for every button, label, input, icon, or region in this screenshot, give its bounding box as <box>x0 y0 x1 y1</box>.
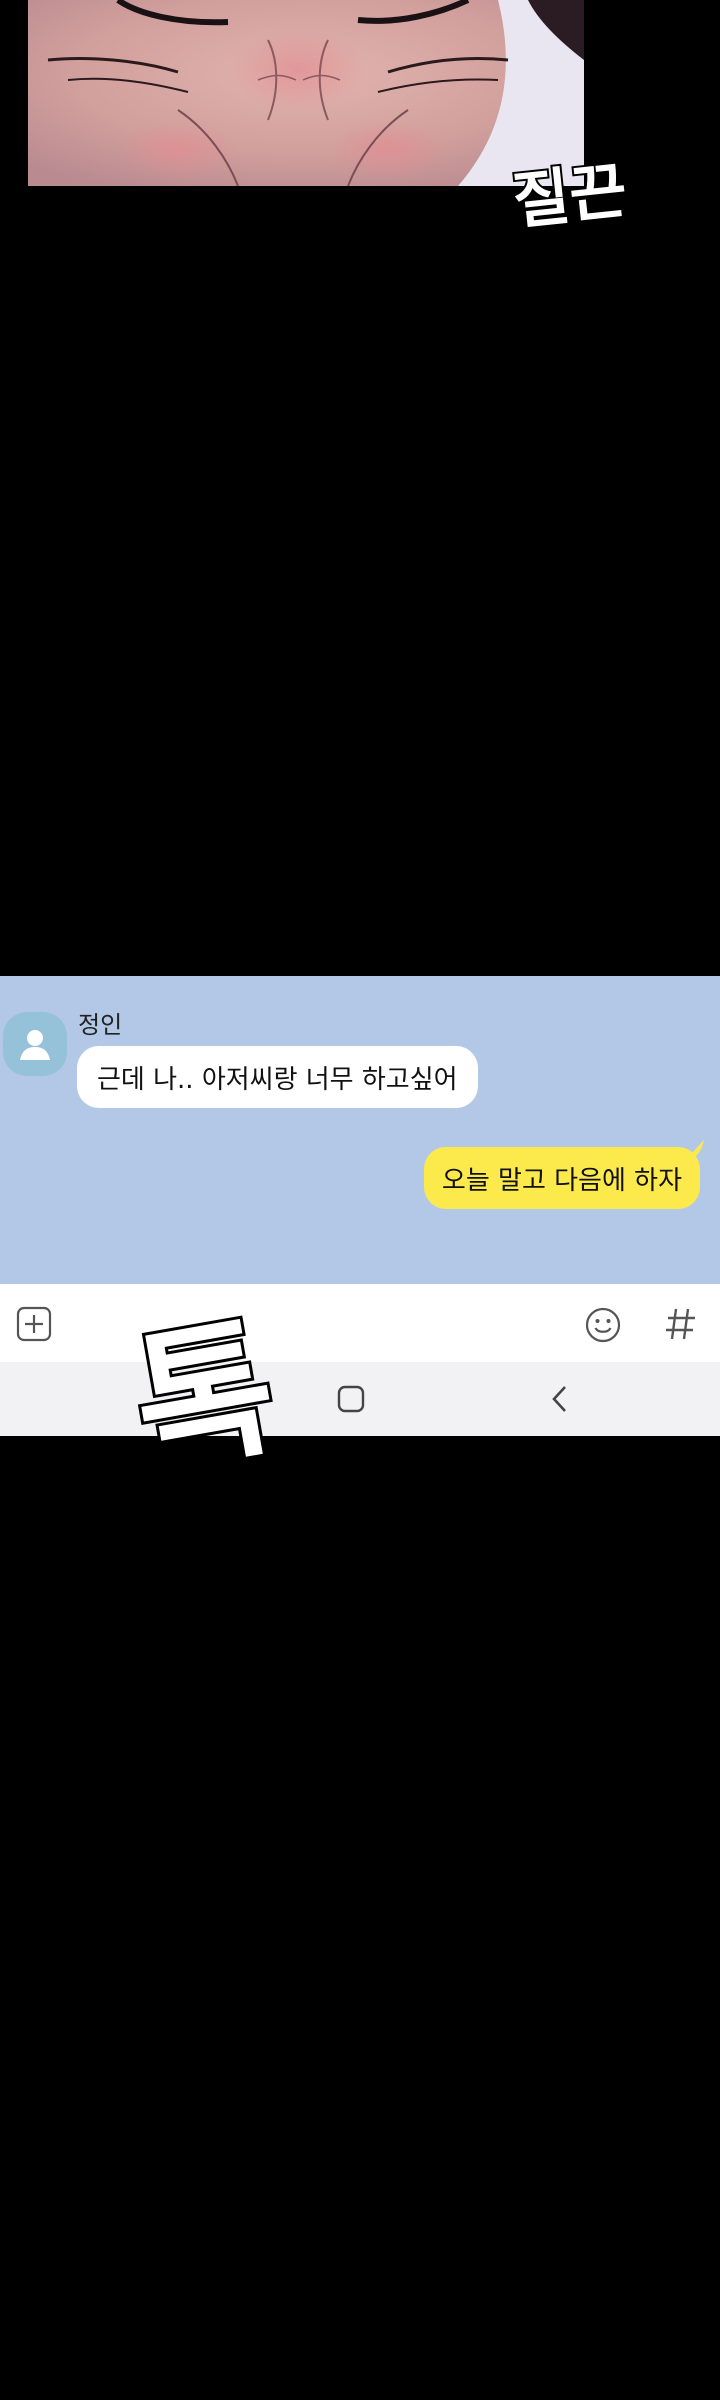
plus-square-icon[interactable] <box>16 1306 52 1346</box>
sfx-tok-text: 톡 <box>119 1278 312 1518</box>
chevron-left-icon[interactable] <box>548 1384 572 1418</box>
system-nav-bar <box>0 1362 720 1436</box>
sfx-squeeze-glyphs: 질끈 <box>509 153 630 238</box>
chat-input-bar <box>0 1284 720 1362</box>
sfx-tok-glyph: 톡 <box>132 1300 288 1495</box>
person-icon <box>20 1030 50 1060</box>
outgoing-message-bubble: 오늘 말고 다음에 하자 <box>423 1147 700 1209</box>
contact-name: 정인 <box>78 1011 123 1039</box>
incoming-message-text: 근데 나.. 아저씨랑 너무 하고싶어 <box>97 1064 458 1095</box>
outgoing-message-text: 오늘 말고 다음에 하자 <box>441 1165 682 1196</box>
sfx-squeeze-text: 질끈 <box>506 136 656 242</box>
contact-avatar[interactable] <box>3 1012 67 1076</box>
incoming-message-bubble: 근데 나.. 아저씨랑 너무 하고싶어 <box>77 1046 478 1108</box>
square-home-icon[interactable] <box>336 1384 366 1418</box>
hashtag-icon[interactable] <box>664 1306 698 1346</box>
face-closeup-illustration <box>28 0 584 186</box>
comic-panel-face-closeup <box>28 0 584 186</box>
smiley-icon[interactable] <box>584 1306 622 1348</box>
comic-page: 질끈 정인 근데 나.. 아저씨랑 너무 하고싶어 오늘 말고 다음에 하자 톡 <box>0 0 720 2400</box>
